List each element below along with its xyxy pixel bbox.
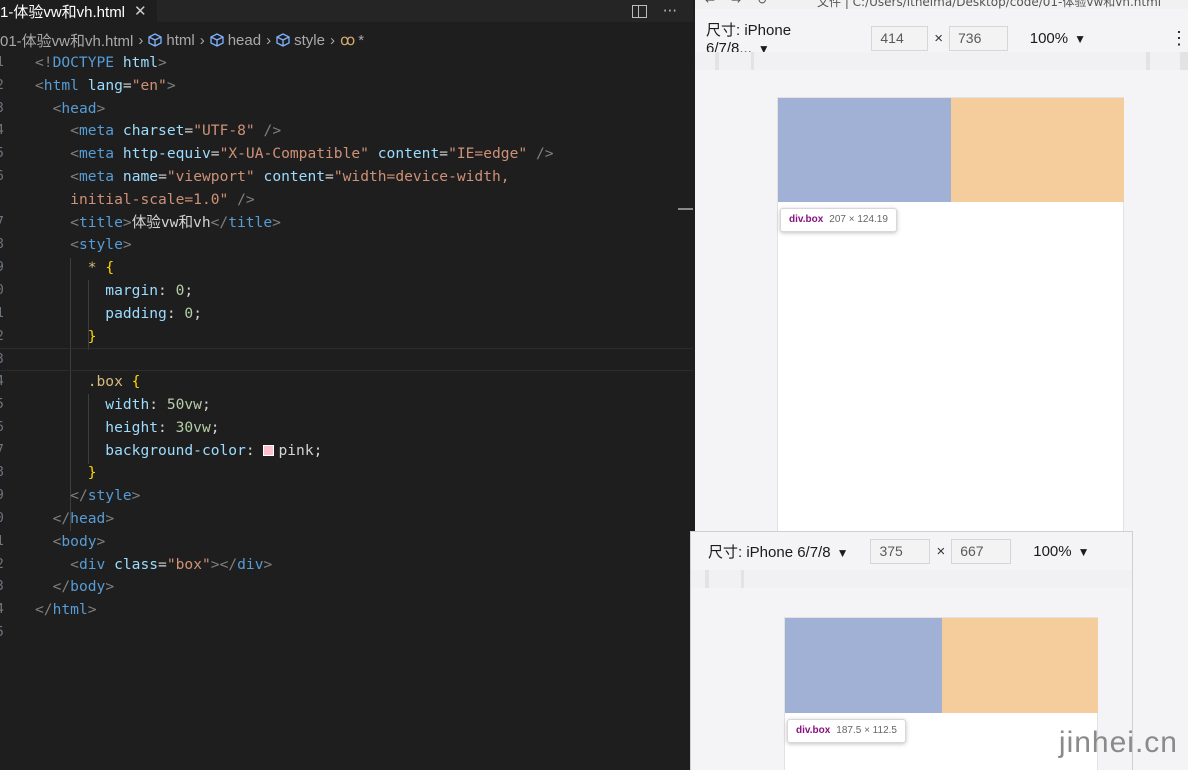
chevron-right-icon: › [266,31,272,49]
code-line: 3 <head> [0,99,106,117]
times-icon: × [936,543,946,560]
chevron-right-icon: › [329,31,335,49]
watermark: jinhei.cn [1058,726,1178,759]
box-left-half[interactable] [778,98,951,202]
more-options-icon[interactable]: ⋮ [1170,28,1188,49]
code-line: 2<html lang="en"> [0,76,176,94]
code-line: 5 width: 50vw; [0,395,211,413]
code-line: 9 </style> [0,487,141,505]
code-line: 8 <style> [0,236,132,254]
code-line: 2 } [0,327,97,345]
code-line: 6 height: 30vw; [0,418,220,436]
box-right-half[interactable] [951,98,1124,202]
times-icon: × [934,29,943,47]
code-line: 5 <meta http-equiv="X-UA-Compatible" con… [0,145,554,163]
reload-icon[interactable]: ↻ [757,0,767,7]
close-icon[interactable]: ✕ [134,2,147,20]
code-line: 4</html> [0,601,97,619]
back-icon[interactable]: ← [705,0,715,7]
editor-tab-title: 1-体验vw和vh.html [0,3,126,21]
box-right-half[interactable] [942,618,1098,713]
code-line: 5 [0,622,693,645]
code-line: 1 padding: 0; [0,304,202,322]
scrollbar-marker[interactable] [678,208,693,210]
media-query-ruler[interactable] [695,52,1188,70]
code-line: 7 <title>体验vw和vh</title> [0,213,281,231]
breadcrumb-selector[interactable]: * [358,32,364,49]
url-text[interactable]: 文件 | C:/Users/itheima/Desktop/code/01-体验… [817,0,1161,9]
device-select[interactable]: 尺寸: iPhone 6/7/8 ▼ [708,541,848,562]
code-line: 4 .box { [0,373,141,391]
media-query-ruler[interactable] [691,570,1132,588]
chevron-right-icon: › [199,31,205,49]
more-actions-icon[interactable]: ··· [663,2,677,20]
code-line: 9 * { [0,259,115,277]
breadcrumb-item-style[interactable]: style [294,32,325,49]
element-inspect-tooltip: div.box 207 × 124.19 [780,208,897,232]
code-line: 7 background-color: pink; [0,441,323,459]
code-line: 0 margin: 0; [0,281,194,299]
selector-symbol-icon: ꝏ [339,32,356,49]
caret-down-icon: ▼ [1074,31,1086,46]
browser-url-bar[interactable]: ← → ↻ 文件 | C:/Users/itheima/Desktop/code… [695,0,1188,9]
code-line: 4 <meta charset="UTF-8" /> [0,122,282,140]
zoom-select[interactable]: 100% ▼ [1033,543,1089,560]
cube-icon [210,33,224,47]
device-width-input[interactable]: 375 [870,539,931,564]
color-swatch[interactable] [263,444,275,456]
code-editor[interactable]: 1-体验vw和vh.html ✕ ··· 01-体验vw和vh.html › h… [0,0,693,770]
caret-down-icon: ▼ [836,546,849,560]
code-line: 3 </body> [0,578,115,596]
breadcrumb-item-html[interactable]: html [166,32,194,49]
code-line: 6 <meta name="viewport" content="width=d… [0,167,510,185]
code-line: 1<!DOCTYPE html> [0,54,167,71]
split-editor-icon[interactable] [631,4,647,18]
device-width-input[interactable]: 414 [871,25,929,51]
editor-tab-bar: 1-体验vw和vh.html ✕ ··· [0,0,693,22]
code-line: 2 <div class="box"></div> [0,555,273,573]
cube-icon [276,33,290,47]
breadcrumb-item-head[interactable]: head [228,32,261,49]
chevron-right-icon: › [138,31,144,49]
element-inspect-tooltip: div.box 187.5 × 112.5 [787,719,906,743]
editor-tab[interactable]: 1-体验vw和vh.html ✕ [0,0,157,22]
editor-tab-actions: ··· [631,0,677,22]
device-height-input[interactable]: 667 [951,539,1012,564]
code-line-current: 3 [0,348,693,372]
box-left-half[interactable] [785,618,942,713]
device-toolbar: 尺寸: iPhone 6/7/8 ▼ 375 × 667 100% ▼ [708,539,1090,564]
breadcrumb: 01-体验vw和vh.html › html › head › style › … [0,29,364,51]
code-line: initial-scale=1.0" /> [70,190,255,208]
breadcrumb-file[interactable]: 01-体验vw和vh.html [0,30,133,51]
forward-icon[interactable]: → [731,0,741,7]
device-viewport[interactable]: div.box 207 × 124.19 [777,97,1124,547]
code-line: 8 } [0,464,97,482]
cube-icon [148,33,163,47]
device-viewport[interactable]: div.box 187.5 × 112.5 [784,617,1098,770]
code-area[interactable]: 1<!DOCTYPE html> 2<html lang="en"> 3 <he… [0,52,693,645]
device-height-input[interactable]: 736 [949,25,1008,51]
code-line: 1 <body> [0,532,106,550]
zoom-select[interactable]: 100% ▼ [1030,30,1086,47]
code-line: 0 </head> [0,509,115,527]
caret-down-icon: ▼ [1077,545,1090,559]
